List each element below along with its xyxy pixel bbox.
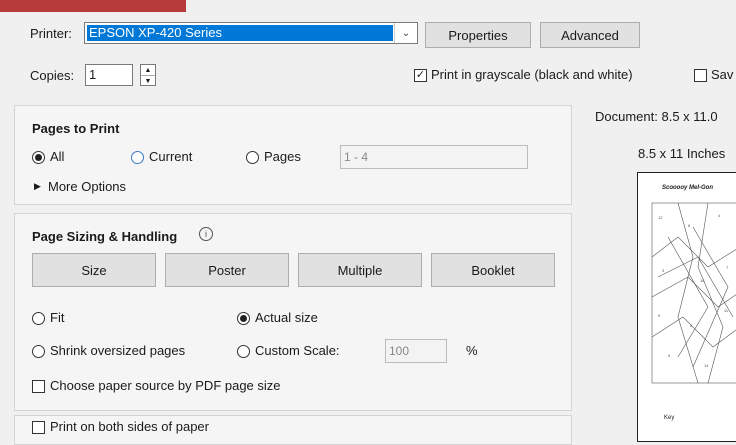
coloring-sheet-graphic: 1284 3167 9211 514 — [651, 202, 736, 384]
copies-label: Copies: — [30, 68, 75, 83]
preview-key-label: Key — [664, 415, 675, 421]
stepper-down-icon[interactable]: ▼ — [141, 76, 155, 86]
window-accent-bar — [0, 0, 186, 12]
svg-text:9: 9 — [658, 313, 661, 318]
svg-text:8: 8 — [688, 223, 691, 228]
radio-actual-size-label: Actual size — [255, 310, 318, 325]
radio-fit[interactable] — [32, 312, 45, 325]
percent-label: % — [466, 343, 478, 358]
svg-text:14: 14 — [704, 363, 709, 368]
triangle-right-icon[interactable]: ▶ — [34, 181, 41, 192]
printer-select[interactable]: EPSON XP-420 Series ⌄ — [84, 22, 418, 44]
radio-all-label: All — [50, 149, 65, 164]
multiple-button[interactable]: Multiple — [298, 253, 422, 287]
radio-actual-size[interactable] — [237, 312, 250, 325]
svg-text:16: 16 — [700, 278, 705, 283]
grayscale-checkbox[interactable]: ✓ — [414, 69, 427, 82]
paper-source-label: Choose paper source by PDF page size — [50, 378, 281, 393]
radio-current-label: Current — [149, 149, 193, 164]
svg-text:2: 2 — [690, 323, 693, 328]
radio-shrink[interactable] — [32, 345, 45, 358]
radio-custom-scale[interactable] — [237, 345, 250, 358]
document-size-label: Document: 8.5 x 11.0 — [595, 109, 718, 124]
poster-button[interactable]: Poster — [165, 253, 289, 287]
info-icon[interactable]: i — [199, 227, 213, 241]
booklet-button[interactable]: Booklet — [431, 253, 555, 287]
pages-to-print-heading: Pages to Print — [32, 121, 120, 136]
size-button[interactable]: Size — [32, 253, 156, 287]
radio-custom-scale-label: Custom Scale: — [255, 343, 340, 358]
save-ink-label: Sav — [711, 67, 734, 82]
chevron-down-icon[interactable]: ⌄ — [394, 23, 417, 43]
paper-source-checkbox[interactable] — [32, 380, 45, 393]
both-sides-label: Print on both sides of paper — [50, 419, 209, 434]
radio-fit-label: Fit — [50, 310, 65, 325]
paper-size-label: 8.5 x 11 Inches — [638, 146, 726, 161]
svg-text:12: 12 — [658, 215, 663, 220]
custom-scale-input[interactable]: 100 — [385, 339, 447, 363]
copies-stepper[interactable]: ▲ ▼ — [140, 64, 156, 86]
radio-current[interactable] — [131, 151, 144, 164]
radio-pages-label: Pages — [264, 149, 301, 164]
more-options-link[interactable]: More Options — [48, 179, 126, 194]
stepper-up-icon[interactable]: ▲ — [141, 65, 155, 76]
properties-button[interactable]: Properties — [425, 22, 531, 48]
copies-input[interactable]: 1 — [85, 64, 133, 86]
advanced-button[interactable]: Advanced — [540, 22, 640, 48]
svg-text:7: 7 — [726, 265, 729, 270]
printer-label: Printer: — [30, 26, 72, 41]
page-preview: Scooooy Mel-Gon 12 8 4 3 16 7 9 2 11 5 14 Key — [637, 172, 736, 442]
page-sizing-heading: Page Sizing & Handling — [32, 229, 178, 244]
printer-selected-value: EPSON XP-420 Series — [87, 25, 393, 41]
svg-text:4: 4 — [718, 213, 721, 218]
svg-text:5: 5 — [668, 353, 671, 358]
radio-pages[interactable] — [246, 151, 259, 164]
radio-all[interactable] — [32, 151, 45, 164]
both-sides-checkbox[interactable] — [32, 421, 45, 434]
pages-range-input[interactable]: 1 - 4 — [340, 145, 528, 169]
preview-page-title: Scooooy Mel-Gon — [662, 185, 713, 191]
radio-shrink-label: Shrink oversized pages — [50, 343, 186, 358]
grayscale-label: Print in grayscale (black and white) — [431, 67, 633, 82]
svg-text:3: 3 — [662, 268, 665, 273]
save-ink-checkbox[interactable] — [694, 69, 707, 82]
